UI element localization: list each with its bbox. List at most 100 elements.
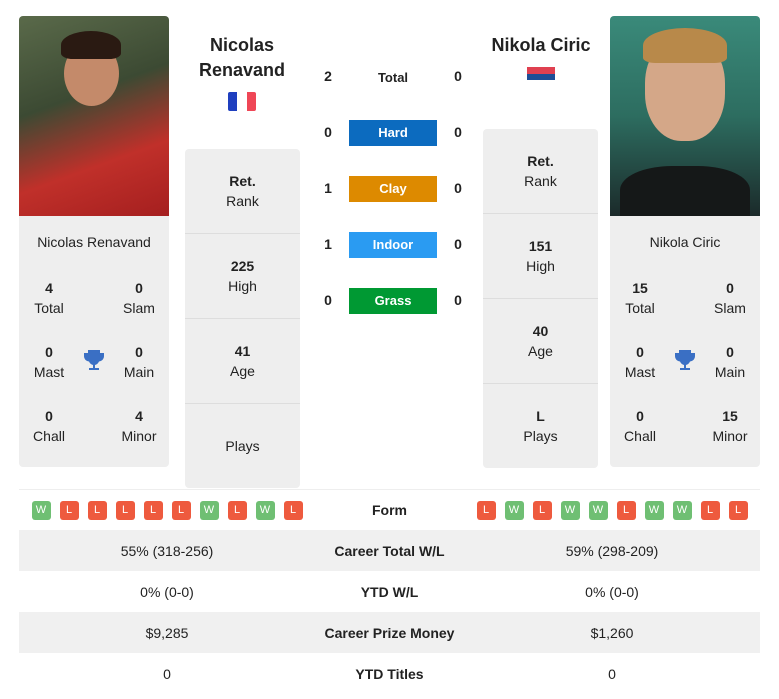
form-badge: L [700, 501, 720, 520]
form-badge: L [532, 501, 552, 520]
form-badge: W [644, 501, 664, 520]
label: Plays [225, 438, 260, 454]
left-value: 0 [163, 665, 171, 682]
left-value: $9,285 [145, 624, 189, 641]
rank-value: Ret. [527, 153, 554, 169]
right-value: 59% (298-209) [565, 542, 659, 559]
row-label: Form [372, 502, 407, 518]
trophy-icon [675, 350, 695, 370]
h2h-right-count: 0 [454, 68, 462, 84]
form-badge: L [227, 501, 247, 520]
rank-value: Ret. [229, 173, 256, 189]
row-label: Career Total W/L [334, 542, 445, 559]
table-row: $9,285 Career Prize Money $1,260 [19, 612, 760, 653]
left-value: 0% (0-0) [140, 583, 194, 600]
h2h-left-count: 2 [324, 68, 332, 84]
form-badge: L [59, 501, 79, 520]
slam-titles: 0 [135, 280, 143, 296]
h2h-right-count: 0 [454, 236, 462, 252]
label: Plays [523, 428, 558, 444]
form-badge: L [728, 501, 748, 520]
label: Main [123, 364, 155, 380]
surface-grass[interactable]: Grass [349, 288, 437, 314]
chall-titles: 0 [45, 408, 53, 424]
label: Minor [121, 428, 157, 444]
label: High [228, 278, 257, 294]
form-badge: W [672, 501, 692, 520]
serbia-flag-icon [527, 67, 555, 80]
form-badge: L [476, 501, 496, 520]
label: Total [625, 300, 655, 316]
player-name: Nikola Ciric [649, 234, 721, 250]
row-label: YTD Titles [355, 665, 424, 682]
label: Chall [33, 428, 65, 444]
right-value: $1,260 [590, 624, 634, 641]
surface-hard[interactable]: Hard [349, 120, 437, 146]
label: Mast [624, 364, 656, 380]
h2h-left-count: 0 [324, 124, 332, 140]
label: Slam [714, 300, 746, 316]
trophy-icon [84, 350, 104, 370]
total-titles: 15 [632, 280, 648, 296]
h2h-right-count: 0 [454, 180, 462, 196]
label: Mast [33, 364, 65, 380]
h2h-right-count: 0 [454, 292, 462, 308]
form-badge: L [171, 501, 191, 520]
player-name-left[interactable]: Nicolas Renavand [177, 33, 307, 83]
table-row: 0% (0-0) YTD W/L 0% (0-0) [19, 571, 760, 612]
h2h-total-label: Total [377, 70, 409, 85]
form-badge: W [255, 501, 275, 520]
age-value: 40 [532, 323, 549, 339]
form-badge: L [143, 501, 163, 520]
player-name-right[interactable]: Nikola Ciric [476, 33, 606, 58]
label: Main [714, 364, 746, 380]
minor-titles: 15 [722, 408, 738, 424]
right-value: 0 [608, 665, 616, 682]
table-row: 0 YTD Titles 0 [19, 653, 760, 694]
h2h-left-count: 1 [324, 236, 332, 252]
total-titles: 4 [45, 280, 53, 296]
table-row: W L L L L L W L W L Form L W L W W L W W L L [19, 489, 760, 531]
player-info-left: Nicolas Renavand 4 Total 0 Slam 0 Mast 0 Mai… [19, 216, 169, 467]
chall-titles: 0 [636, 408, 644, 424]
row-label: Career Prize Money [324, 624, 455, 641]
form-badge: W [31, 501, 51, 520]
label: High [526, 258, 555, 274]
label: Total [34, 300, 64, 316]
form-badge: L [283, 501, 303, 520]
player-photo-right [610, 16, 760, 216]
high-value: 151 [528, 238, 553, 254]
form-badge: W [199, 501, 219, 520]
h2h-left-count: 1 [324, 180, 332, 196]
player-name: Nicolas Renavand [37, 234, 151, 250]
label: Rank [226, 193, 259, 209]
surface-indoor[interactable]: Indoor [349, 232, 437, 258]
mast-titles: 0 [45, 344, 53, 360]
main-titles: 0 [135, 344, 143, 360]
right-value: 0% (0-0) [585, 583, 639, 600]
slam-titles: 0 [726, 280, 734, 296]
h2h-left-count: 0 [324, 292, 332, 308]
label: Age [230, 363, 255, 379]
form-badge: W [560, 501, 580, 520]
label: Rank [524, 173, 557, 189]
player-info-right: Nikola Ciric 15 Total 0 Slam 0 Mast 0 Main 0… [610, 216, 760, 467]
left-value: 55% (318-256) [120, 542, 214, 559]
plays-value: L [536, 408, 545, 424]
label: Chall [624, 428, 656, 444]
mast-titles: 0 [636, 344, 644, 360]
form-badge: L [616, 501, 636, 520]
h2h-right-count: 0 [454, 124, 462, 140]
age-value: 41 [234, 343, 251, 359]
stats-card-right: Ret. Rank 151 High 40 Age L Plays [483, 129, 598, 468]
row-label: YTD W/L [360, 583, 419, 600]
high-value: 225 [230, 258, 255, 274]
surface-clay[interactable]: Clay [349, 176, 437, 202]
main-titles: 0 [726, 344, 734, 360]
minor-titles: 4 [135, 408, 143, 424]
form-badge: L [87, 501, 107, 520]
player-photo-left [19, 16, 169, 216]
stats-card-left: Ret. Rank 225 High 41 Age Plays [185, 149, 300, 488]
form-badge: W [588, 501, 608, 520]
form-badge: W [504, 501, 524, 520]
